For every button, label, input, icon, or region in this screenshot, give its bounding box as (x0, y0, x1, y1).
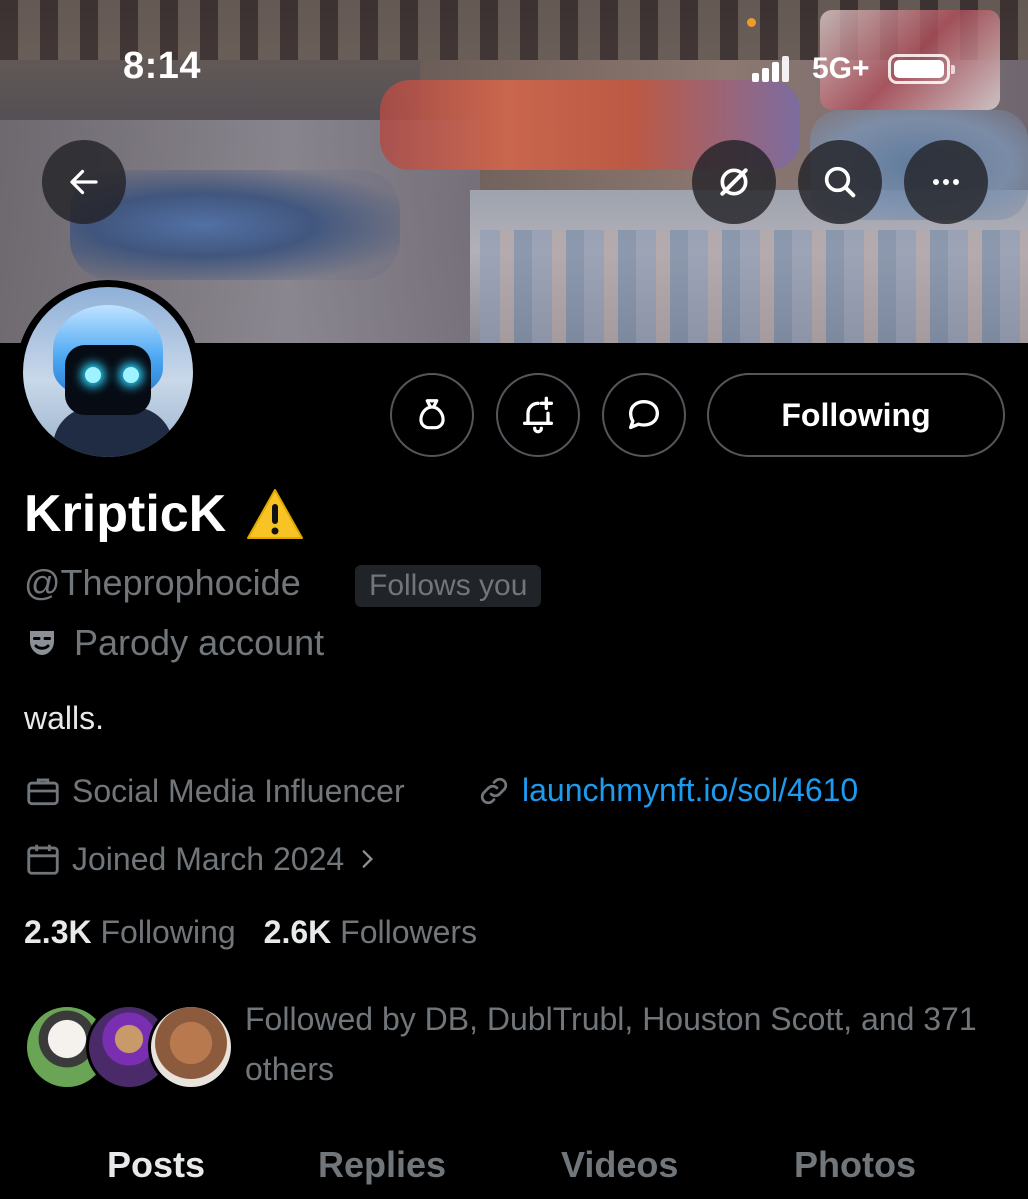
chevron-right-icon (362, 850, 374, 868)
network-type: 5G+ (812, 52, 870, 85)
more-button[interactable] (904, 140, 988, 224)
avatar-image (23, 287, 193, 457)
warning-icon (247, 489, 304, 539)
following-count: 2.3K (24, 914, 92, 950)
followers-stat[interactable]: 2.6K Followers (264, 914, 477, 951)
followers-stat-label: Followers (340, 914, 478, 950)
followers-count: 2.6K (263, 914, 332, 950)
tab-replies[interactable]: Replies (318, 1144, 446, 1186)
grok-button[interactable] (692, 140, 776, 224)
chat-bubble-icon (629, 400, 659, 430)
back-button[interactable] (42, 140, 126, 224)
money-bag-icon (419, 399, 445, 430)
following-stat-label: Following (100, 914, 236, 950)
profile-stats: 2.3K Following 2.6K Followers (24, 914, 477, 951)
profile-category: Social Media Influencer (24, 772, 405, 810)
following-button[interactable]: Following (707, 373, 1005, 457)
message-button[interactable] (602, 373, 686, 457)
joined-text: Joined March 2024 (72, 840, 345, 877)
search-icon (824, 166, 856, 198)
calendar-icon (27, 844, 59, 875)
search-button[interactable] (798, 140, 882, 224)
grok-icon (720, 168, 748, 196)
tab-videos[interactable]: Videos (561, 1144, 678, 1186)
following-stat[interactable]: 2.3K Following (24, 914, 236, 951)
tab-posts[interactable]: Posts (107, 1144, 205, 1186)
parody-text: Parody account (74, 622, 325, 663)
tip-button[interactable] (390, 373, 474, 457)
briefcase-icon (27, 778, 59, 806)
arrow-left-icon (70, 169, 98, 195)
profile-joined[interactable]: Joined March 2024 (24, 840, 380, 878)
profile-bio: walls. (24, 700, 105, 736)
notifications-button[interactable] (496, 373, 580, 457)
signal-icon (752, 56, 792, 82)
avatar (148, 1004, 234, 1090)
followed-by-text[interactable]: Followed by DB, DublTrubl, Houston Scott… (245, 994, 1005, 1094)
profile-tabs: Posts Replies Videos Photos (0, 1140, 1028, 1199)
display-name-text: KripticK (24, 485, 227, 543)
more-horizontal-icon (933, 179, 959, 185)
profile-handle: @Theprophocide (24, 562, 301, 603)
followed-by-avatars[interactable] (24, 1004, 234, 1090)
theater-mask-icon (30, 631, 54, 655)
follows-you-badge: Follows you (355, 565, 542, 607)
category-text: Social Media Influencer (72, 772, 405, 809)
bell-plus-icon (523, 396, 553, 434)
link-icon (480, 777, 508, 804)
banner-water (480, 230, 1028, 343)
link-text[interactable]: launchmynft.io/sol/4610 (522, 772, 858, 809)
tab-photos[interactable]: Photos (794, 1144, 916, 1186)
parody-label: Parody account (24, 622, 324, 664)
status-time: 8:14 (123, 45, 202, 87)
display-name: KripticK (24, 484, 306, 544)
battery-icon (888, 54, 955, 84)
privacy-indicator-dot (747, 18, 756, 27)
profile-avatar[interactable] (16, 280, 200, 464)
profile-link[interactable]: launchmynft.io/sol/4610 (476, 772, 858, 809)
